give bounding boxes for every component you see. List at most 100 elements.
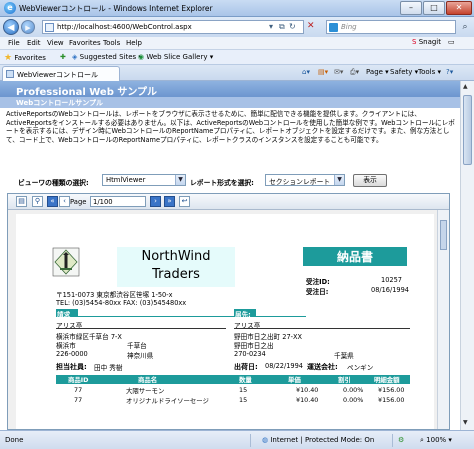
billto-header: 請求先: bbox=[56, 309, 78, 329]
minimize-button[interactable]: – bbox=[400, 1, 422, 15]
page-number-value: 1/100 bbox=[93, 198, 113, 206]
report-format-value: セクションレポート bbox=[269, 178, 331, 186]
shipto-rule bbox=[256, 309, 306, 317]
first-page-icon[interactable]: « bbox=[47, 196, 58, 207]
tab-webviewer[interactable]: WebViewerコントロール bbox=[2, 66, 120, 81]
cell-product-id: 77 bbox=[74, 386, 83, 394]
last-page-icon[interactable]: » bbox=[164, 196, 175, 207]
find-icon[interactable]: ⚲ bbox=[32, 196, 43, 207]
shipto-extra1: 千葉県 bbox=[334, 352, 354, 360]
scroll-down-icon[interactable]: ▼ bbox=[463, 419, 468, 426]
suggested-sites-icon: ◈ bbox=[72, 53, 78, 61]
tools-menu[interactable]: Tools ▾ bbox=[418, 68, 441, 76]
shipto-label: 届先: bbox=[235, 311, 251, 319]
window-title: WebViewerコントロール - Windows Internet Explo… bbox=[19, 4, 213, 13]
maximize-button[interactable]: □ bbox=[423, 1, 445, 15]
chevron-down-icon: ▼ bbox=[175, 175, 185, 185]
compat-view-icon[interactable]: ⧉ bbox=[279, 22, 285, 32]
suggested-sites-link[interactable]: ◈ Suggested Sites ▾ bbox=[72, 53, 142, 61]
report-format-select[interactable]: セクションレポート ▼ bbox=[265, 174, 345, 186]
page-subheader: Webコントロールサンプル bbox=[0, 97, 460, 108]
page-icon bbox=[45, 23, 54, 32]
stop-icon[interactable]: ✕ bbox=[307, 21, 315, 31]
add-favorite-icon[interactable]: ✚ bbox=[60, 53, 66, 61]
page-icon bbox=[6, 70, 14, 78]
cell-discount: 0.00% bbox=[343, 396, 364, 404]
viewer-toolbar: ▤ ⚲ « ‹ Page 1/100 › » ↩ bbox=[8, 194, 449, 210]
feeds-icon[interactable]: ▤▾ bbox=[318, 68, 328, 76]
cell-quantity: 15 bbox=[239, 396, 248, 404]
page-label: Page bbox=[70, 198, 87, 206]
scroll-up-icon[interactable]: ▲ bbox=[463, 83, 468, 90]
page-scroll-thumb[interactable] bbox=[463, 95, 472, 165]
menu-help[interactable]: Help bbox=[126, 39, 142, 47]
col-discount: 割引 bbox=[338, 376, 351, 384]
security-zone[interactable]: ◍ Internet | Protected Mode: On bbox=[262, 436, 374, 444]
snagit-button[interactable]: S Snagit bbox=[412, 38, 441, 46]
page-viewport: Professional Web サンプル Webコントロールサンプル Acti… bbox=[0, 81, 460, 430]
forward-button[interactable]: ▶ bbox=[21, 20, 35, 34]
snagit-capture-icon[interactable]: ▭ bbox=[448, 38, 455, 46]
url-field[interactable]: http://localhost:4600/WebControl.aspx ▾ … bbox=[42, 20, 304, 34]
page-scrollbar[interactable]: ▲ ▼ bbox=[460, 81, 474, 430]
web-slice-gallery-link[interactable]: ◉ Web Slice Gallery ▾ bbox=[138, 53, 213, 61]
cell-unit-price: ¥10.40 bbox=[296, 386, 319, 394]
order-id-value: 10257 bbox=[381, 276, 402, 284]
chevron-down-icon: ▼ bbox=[334, 175, 344, 185]
snagit-label: Snagit bbox=[418, 38, 441, 46]
menu-tools[interactable]: Tools bbox=[103, 39, 120, 47]
cell-product-name: 大隈サーモン bbox=[126, 387, 165, 395]
tab-label: WebViewerコントロール bbox=[17, 71, 99, 79]
viewer-type-select[interactable]: HtmlViewer ▼ bbox=[102, 174, 186, 186]
report-scrollbar[interactable] bbox=[437, 210, 449, 429]
shipto-divider bbox=[234, 328, 410, 329]
billto-line3: 横浜市 bbox=[56, 342, 76, 350]
zoom-label: 100% bbox=[426, 436, 447, 444]
home-icon[interactable]: ⌂▾ bbox=[302, 68, 310, 76]
menu-edit[interactable]: Edit bbox=[27, 39, 41, 47]
refresh-icon[interactable]: ↻ bbox=[289, 22, 296, 31]
favorites-button[interactable]: ★ Favorites bbox=[4, 53, 46, 63]
protected-mode-icon[interactable]: ⚙ bbox=[398, 436, 404, 444]
mail-icon[interactable]: ✉▾ bbox=[334, 68, 343, 76]
suggested-sites-label: Suggested Sites ▾ bbox=[79, 53, 142, 61]
toc-icon[interactable]: ▤ bbox=[16, 196, 27, 207]
status-separator bbox=[392, 434, 393, 447]
report-page: NorthWind Traders 納品書 〒151-0073 東京都渋谷区笹塚… bbox=[16, 214, 434, 429]
page-description: ActiveReportsのWebコントロールは、レポートをブラウザに表示させる… bbox=[6, 110, 455, 144]
print-icon[interactable]: ⎙▾ bbox=[350, 68, 359, 77]
menu-view[interactable]: View bbox=[47, 39, 64, 47]
prev-page-icon[interactable]: ‹ bbox=[59, 196, 70, 207]
back-icon[interactable]: ↩ bbox=[179, 196, 190, 207]
ie-logo-icon: e bbox=[4, 2, 16, 14]
search-input[interactable]: Bing bbox=[326, 20, 456, 34]
snagit-icon: S bbox=[412, 38, 417, 46]
carrier-label: 運送会社: bbox=[307, 363, 338, 371]
globe-icon: ◍ bbox=[262, 436, 269, 444]
table-row: 77 大隈サーモン 15 ¥10.40 0.00% ¥156.00 bbox=[56, 386, 410, 395]
cell-quantity: 15 bbox=[239, 386, 248, 394]
next-page-icon[interactable]: › bbox=[150, 196, 161, 207]
order-id-label: 受注ID: bbox=[306, 278, 330, 286]
ship-date-label: 出荷日: bbox=[234, 363, 258, 371]
menu-favorites[interactable]: Favorites bbox=[69, 39, 101, 47]
dropdown-arrow-icon[interactable]: ▾ bbox=[269, 22, 273, 31]
status-bar: Done ◍ Internet | Protected Mode: On ⚙ ⌕… bbox=[0, 430, 474, 449]
search-icon[interactable]: ⌕ bbox=[458, 20, 472, 34]
page-menu[interactable]: Page ▾ bbox=[366, 68, 389, 76]
col-amount: 明細金額 bbox=[374, 376, 400, 384]
zoom-control[interactable]: ⌕ 100% ▾ bbox=[420, 436, 452, 445]
page-number-input[interactable]: 1/100 bbox=[90, 196, 146, 207]
back-button[interactable]: ◀ bbox=[3, 19, 19, 35]
viewer-type-label: ビューワの種類の選択: bbox=[18, 179, 89, 187]
report-scroll-thumb[interactable] bbox=[440, 220, 447, 250]
help-menu[interactable]: ?▾ bbox=[446, 68, 453, 76]
menu-file[interactable]: File bbox=[8, 39, 20, 47]
report-viewer: ▤ ⚲ « ‹ Page 1/100 › » ↩ NorthWind Trade… bbox=[7, 193, 450, 430]
viewer-type-value: HtmlViewer bbox=[106, 176, 146, 184]
billto-rule bbox=[78, 309, 236, 317]
cell-amount: ¥156.00 bbox=[378, 386, 405, 394]
show-button[interactable]: 表示 bbox=[353, 174, 387, 187]
close-button[interactable]: ✕ bbox=[446, 1, 472, 15]
safety-menu[interactable]: Safety ▾ bbox=[390, 68, 418, 76]
